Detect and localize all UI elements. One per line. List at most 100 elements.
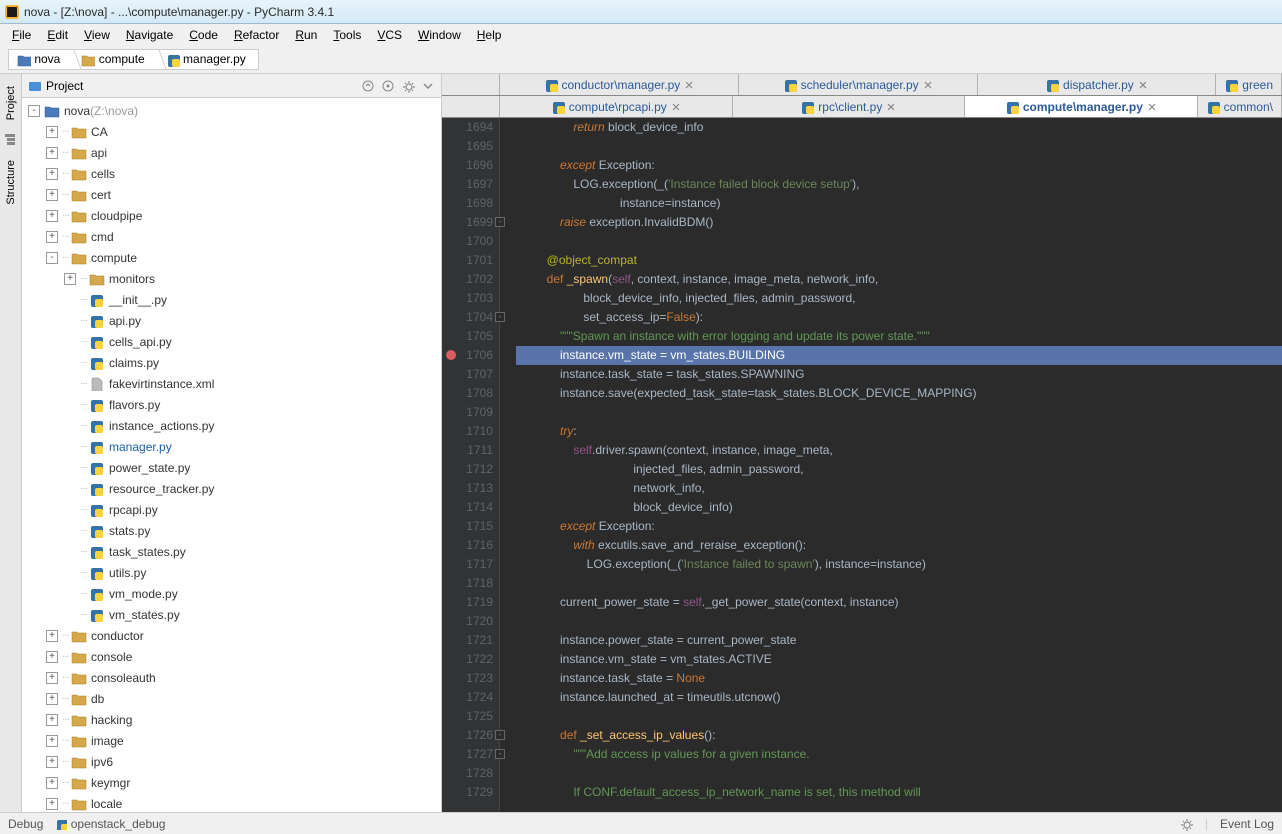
gutter-line[interactable]: 1707 (442, 365, 493, 384)
gutter-line[interactable]: 1719 (442, 593, 493, 612)
tree-toggle-icon[interactable]: + (46, 630, 58, 642)
code-line[interactable]: block_device_info) (516, 498, 1282, 517)
breakpoint-icon[interactable] (446, 350, 456, 360)
tree-item-instance_actions-py[interactable]: ···instance_actions.py (22, 415, 441, 436)
tree-item-cells[interactable]: +···cells (22, 163, 441, 184)
status-openstack-debug[interactable]: openstack_debug (55, 817, 165, 831)
status-debug[interactable]: Debug (8, 817, 43, 831)
code-line[interactable]: instance.launched_at = timeutils.utcnow(… (516, 688, 1282, 707)
code-line[interactable]: current_power_state = self._get_power_st… (516, 593, 1282, 612)
fold-icon[interactable]: - (495, 312, 505, 322)
gutter-line[interactable]: 1705 (442, 327, 493, 346)
code-line[interactable] (516, 707, 1282, 726)
structure-icon[interactable] (3, 132, 19, 148)
gutter-line[interactable]: 1701 (442, 251, 493, 270)
gutter-line[interactable]: 1697 (442, 175, 493, 194)
tree-item-fakevirtinstance-xml[interactable]: ···fakevirtinstance.xml (22, 373, 441, 394)
gutter-line[interactable]: 1702 (442, 270, 493, 289)
code-line[interactable]: instance=instance) (516, 194, 1282, 213)
tree-item-power_state-py[interactable]: ···power_state.py (22, 457, 441, 478)
tree-item-locale[interactable]: +···locale (22, 793, 441, 812)
code-line[interactable]: LOG.exception(_('Instance failed block d… (516, 175, 1282, 194)
code-line[interactable]: block_device_info, injected_files, admin… (516, 289, 1282, 308)
menu-tools[interactable]: Tools (325, 26, 369, 44)
code-line[interactable]: @object_compat (516, 251, 1282, 270)
gutter-line[interactable]: 1698 (442, 194, 493, 213)
tree-toggle-icon[interactable]: + (46, 651, 58, 663)
close-icon[interactable] (1147, 102, 1157, 112)
code-line[interactable]: instance.power_state = current_power_sta… (516, 631, 1282, 650)
code-line[interactable]: """Spawn an instance with error logging … (516, 327, 1282, 346)
editor-tab-dispatcher-py[interactable]: dispatcher.py (978, 74, 1217, 95)
editor-gutter[interactable]: 169416951696169716981699-170017011702170… (442, 118, 500, 812)
status-gear-icon[interactable] (1179, 817, 1193, 831)
tree-item-cloudpipe[interactable]: +···cloudpipe (22, 205, 441, 226)
tree-toggle-icon[interactable]: + (46, 231, 58, 243)
menu-run[interactable]: Run (287, 26, 325, 44)
gutter-line[interactable]: 1715 (442, 517, 493, 536)
gutter-line[interactable]: 1711 (442, 441, 493, 460)
code-line[interactable]: set_access_ip=False): (516, 308, 1282, 327)
breadcrumb-nova[interactable]: nova (8, 49, 73, 70)
gutter-line[interactable]: 1722 (442, 650, 493, 669)
tree-toggle-icon[interactable]: + (46, 798, 58, 810)
breadcrumb-manager-py[interactable]: manager.py (157, 49, 259, 70)
gutter-line[interactable]: 1704- (442, 308, 493, 327)
gutter-line[interactable]: 1714 (442, 498, 493, 517)
code-line[interactable]: return block_device_info (516, 118, 1282, 137)
code-line[interactable]: with excutils.save_and_reraise_exception… (516, 536, 1282, 555)
tree-item-__init__-py[interactable]: ···__init__.py (22, 289, 441, 310)
fold-icon[interactable]: - (495, 217, 505, 227)
menu-refactor[interactable]: Refactor (226, 26, 287, 44)
tree-item-vm_states-py[interactable]: ···vm_states.py (22, 604, 441, 625)
tree-toggle-icon[interactable]: + (46, 777, 58, 789)
gutter-line[interactable]: 1718 (442, 574, 493, 593)
code-line[interactable]: except Exception: (516, 517, 1282, 536)
tree-item-nova[interactable]: -nova (Z:\nova) (22, 100, 441, 121)
gutter-line[interactable]: 1725 (442, 707, 493, 726)
strip-tab-structure[interactable]: Structure (3, 152, 19, 213)
collapse-all-icon[interactable] (361, 79, 375, 93)
menu-edit[interactable]: Edit (39, 26, 76, 44)
tree-toggle-icon[interactable]: + (46, 693, 58, 705)
tree-toggle-icon[interactable]: + (46, 168, 58, 180)
gutter-line[interactable]: 1694 (442, 118, 493, 137)
code-line[interactable]: def _spawn(self, context, instance, imag… (516, 270, 1282, 289)
gutter-line[interactable]: 1710 (442, 422, 493, 441)
tree-item-claims-py[interactable]: ···claims.py (22, 352, 441, 373)
close-icon[interactable] (923, 80, 933, 90)
editor-tab-common-[interactable]: common\ (1198, 96, 1282, 117)
editor-tab-compute-manager-py[interactable]: compute\manager.py (965, 96, 1198, 117)
tree-item-api-py[interactable]: ···api.py (22, 310, 441, 331)
editor-tab-green[interactable]: green (1216, 74, 1282, 95)
code-line[interactable]: """Add access ip values for a given inst… (516, 745, 1282, 764)
hide-icon[interactable] (421, 79, 435, 93)
code-line[interactable]: instance.save(expected_task_state=task_s… (516, 384, 1282, 403)
tree-toggle-icon[interactable]: + (46, 147, 58, 159)
gutter-line[interactable]: 1703 (442, 289, 493, 308)
tree-toggle-icon[interactable]: - (28, 105, 40, 117)
tree-item-cert[interactable]: +···cert (22, 184, 441, 205)
tree-toggle-icon[interactable]: + (46, 126, 58, 138)
tree-item-stats-py[interactable]: ···stats.py (22, 520, 441, 541)
project-tree[interactable]: -nova (Z:\nova)+···CA+···api+···cells+··… (22, 98, 441, 812)
tree-toggle-icon[interactable]: + (46, 714, 58, 726)
gutter-line[interactable]: 1729 (442, 783, 493, 802)
code-line[interactable]: instance.vm_state = vm_states.ACTIVE (516, 650, 1282, 669)
gutter-line[interactable]: 1700 (442, 232, 493, 251)
gutter-line[interactable]: 1726- (442, 726, 493, 745)
menu-vcs[interactable]: VCS (369, 26, 410, 44)
code-line[interactable] (516, 137, 1282, 156)
gutter-line[interactable]: 1720 (442, 612, 493, 631)
tree-item-consoleauth[interactable]: +···consoleauth (22, 667, 441, 688)
close-icon[interactable] (886, 102, 896, 112)
code-line[interactable] (516, 612, 1282, 631)
tree-toggle-icon[interactable]: + (46, 735, 58, 747)
tree-item-keymgr[interactable]: +···keymgr (22, 772, 441, 793)
menu-file[interactable]: File (4, 26, 39, 44)
code-line[interactable]: injected_files, admin_password, (516, 460, 1282, 479)
tree-item-cmd[interactable]: +···cmd (22, 226, 441, 247)
menu-window[interactable]: Window (410, 26, 469, 44)
tree-item-rpcapi-py[interactable]: ···rpcapi.py (22, 499, 441, 520)
editor-body[interactable]: 169416951696169716981699-170017011702170… (442, 118, 1282, 812)
